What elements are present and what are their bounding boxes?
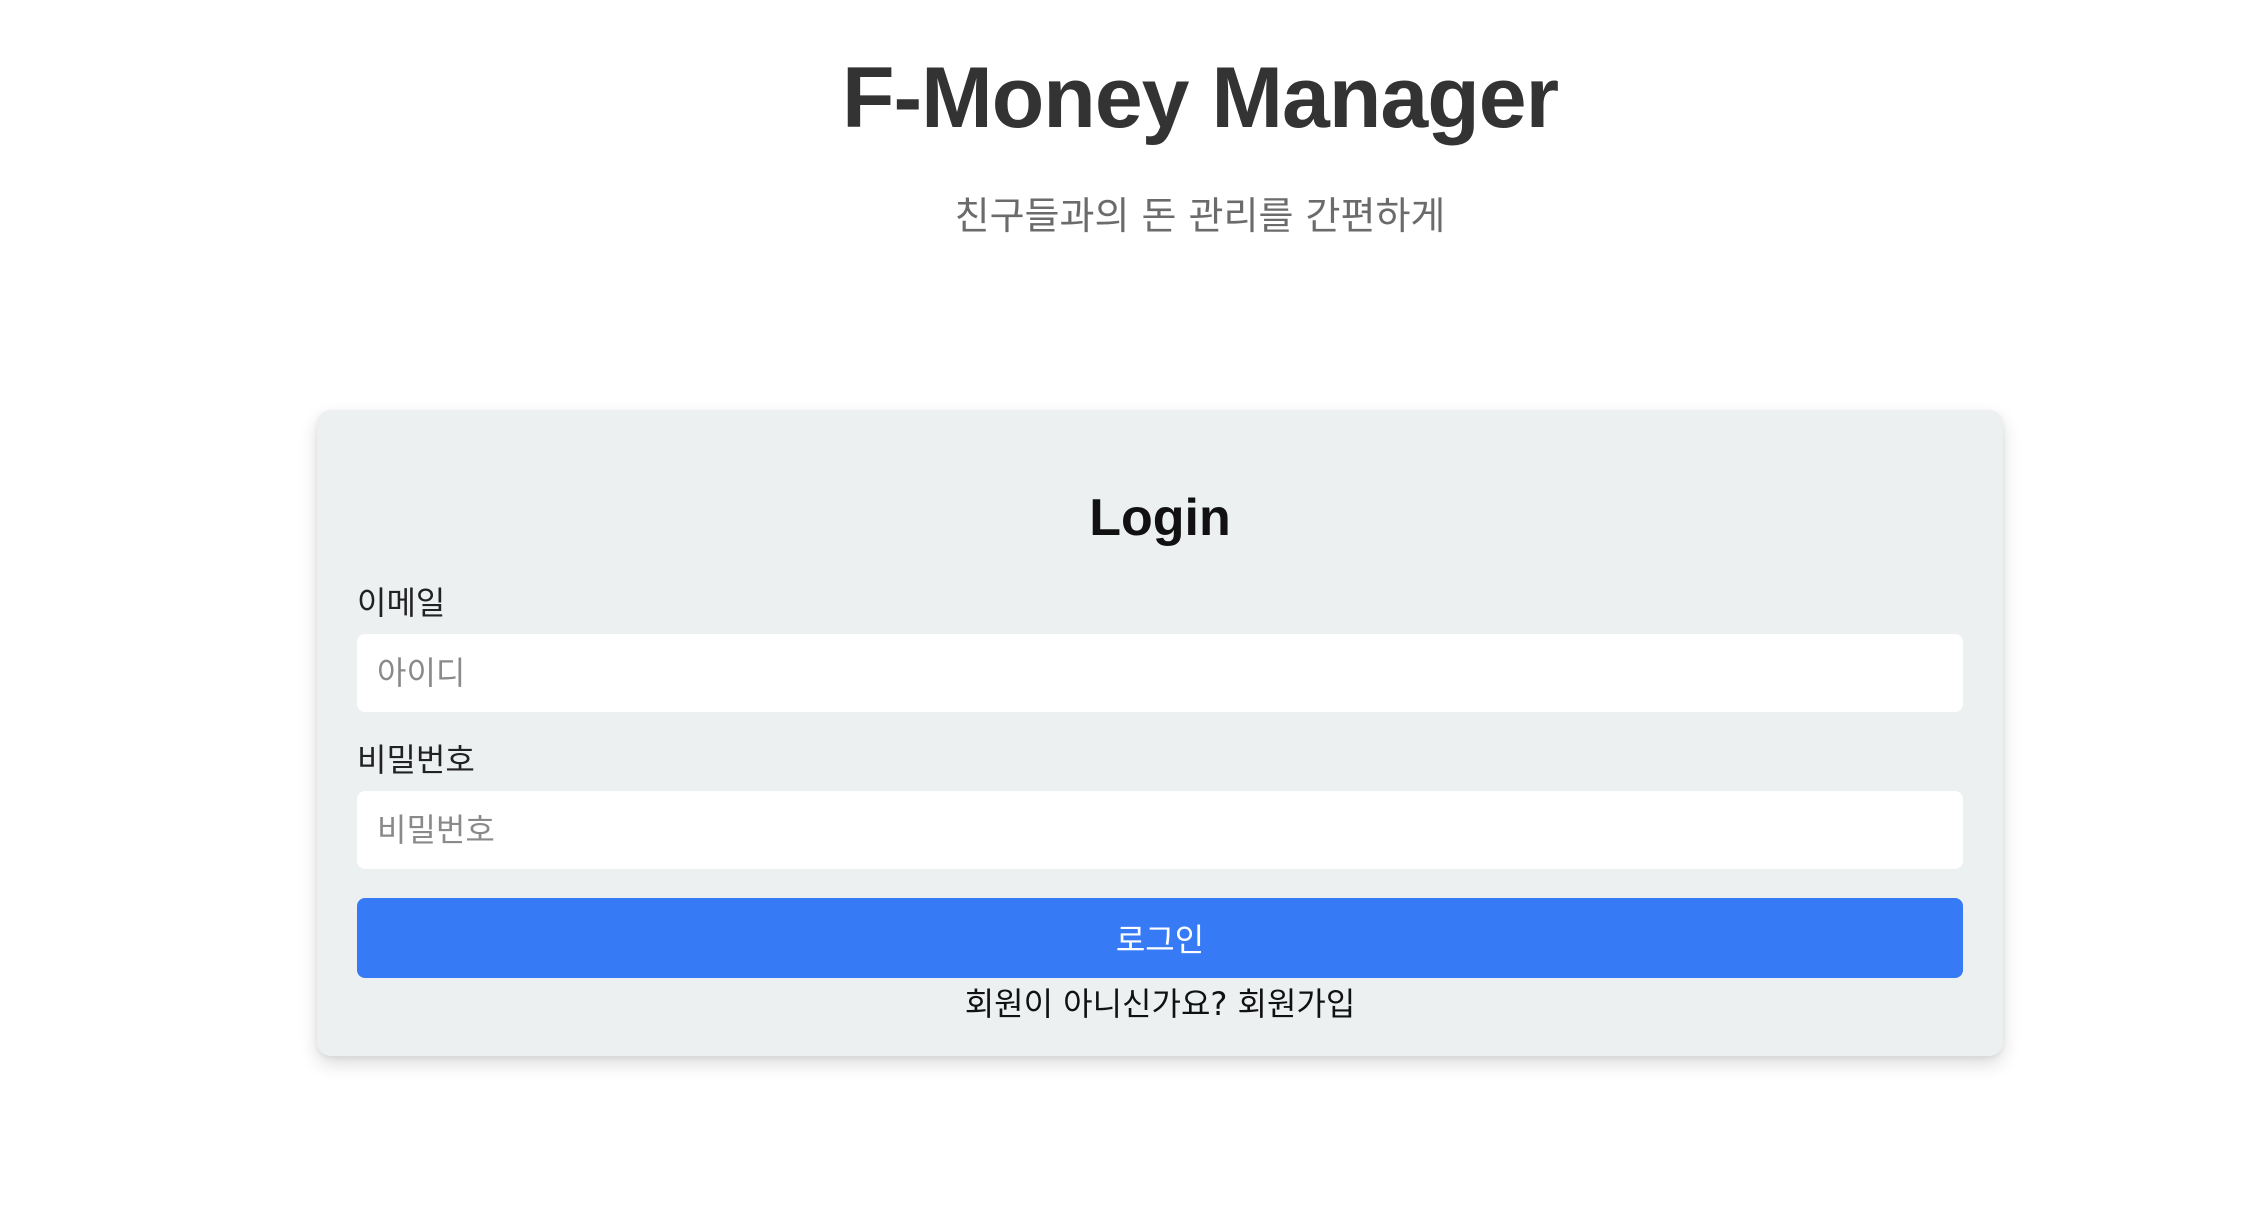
password-input[interactable]	[357, 791, 1963, 869]
email-input[interactable]	[357, 634, 1963, 712]
email-label: 이메일	[357, 584, 446, 622]
login-card: Login 이메일 비밀번호 로그인 회원이 아니신가요? 회원가입	[317, 410, 2003, 1056]
app-title: F-Money Manager	[841, 50, 1559, 146]
password-label: 비밀번호	[357, 741, 475, 779]
app-subtitle: 친구들과의 돈 관리를 간편하게	[954, 194, 1446, 238]
signup-row: 회원이 아니신가요? 회원가입	[317, 976, 2003, 1032]
signup-link[interactable]: 회원가입	[1238, 985, 1356, 1023]
login-title: Login	[1089, 489, 1231, 547]
login-button[interactable]: 로그인	[357, 898, 1963, 978]
page: F-Money Manager 친구들과의 돈 관리를 간편하게 Login 이…	[0, 0, 2260, 1208]
signup-prompt: 회원이 아니신가요?	[964, 985, 1228, 1023]
